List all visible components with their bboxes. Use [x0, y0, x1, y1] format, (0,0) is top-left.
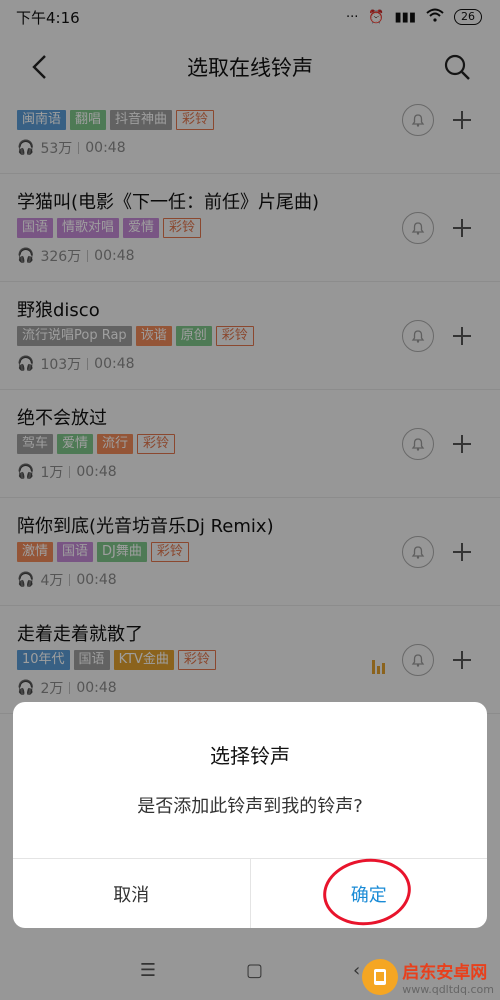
- dialog-title: 选择铃声: [210, 744, 290, 768]
- watermark-name: 启东安卓网: [402, 963, 488, 983]
- watermark-url: www.qdltdq.com: [402, 983, 494, 996]
- select-ringtone-dialog: 选择铃声 是否添加此铃声到我的铃声? 取消 确定: [13, 702, 487, 928]
- confirm-button[interactable]: 确定: [251, 853, 488, 928]
- cancel-button[interactable]: 取消: [13, 859, 251, 928]
- dialog-buttons: 取消 确定: [13, 853, 488, 928]
- watermark: 启东安卓网 www.qdltdq.com: [362, 958, 494, 996]
- dialog-message: 是否添加此铃声到我的铃声?: [137, 796, 363, 817]
- watermark-logo-icon: [362, 959, 399, 995]
- red-annotation-circle: [318, 853, 415, 928]
